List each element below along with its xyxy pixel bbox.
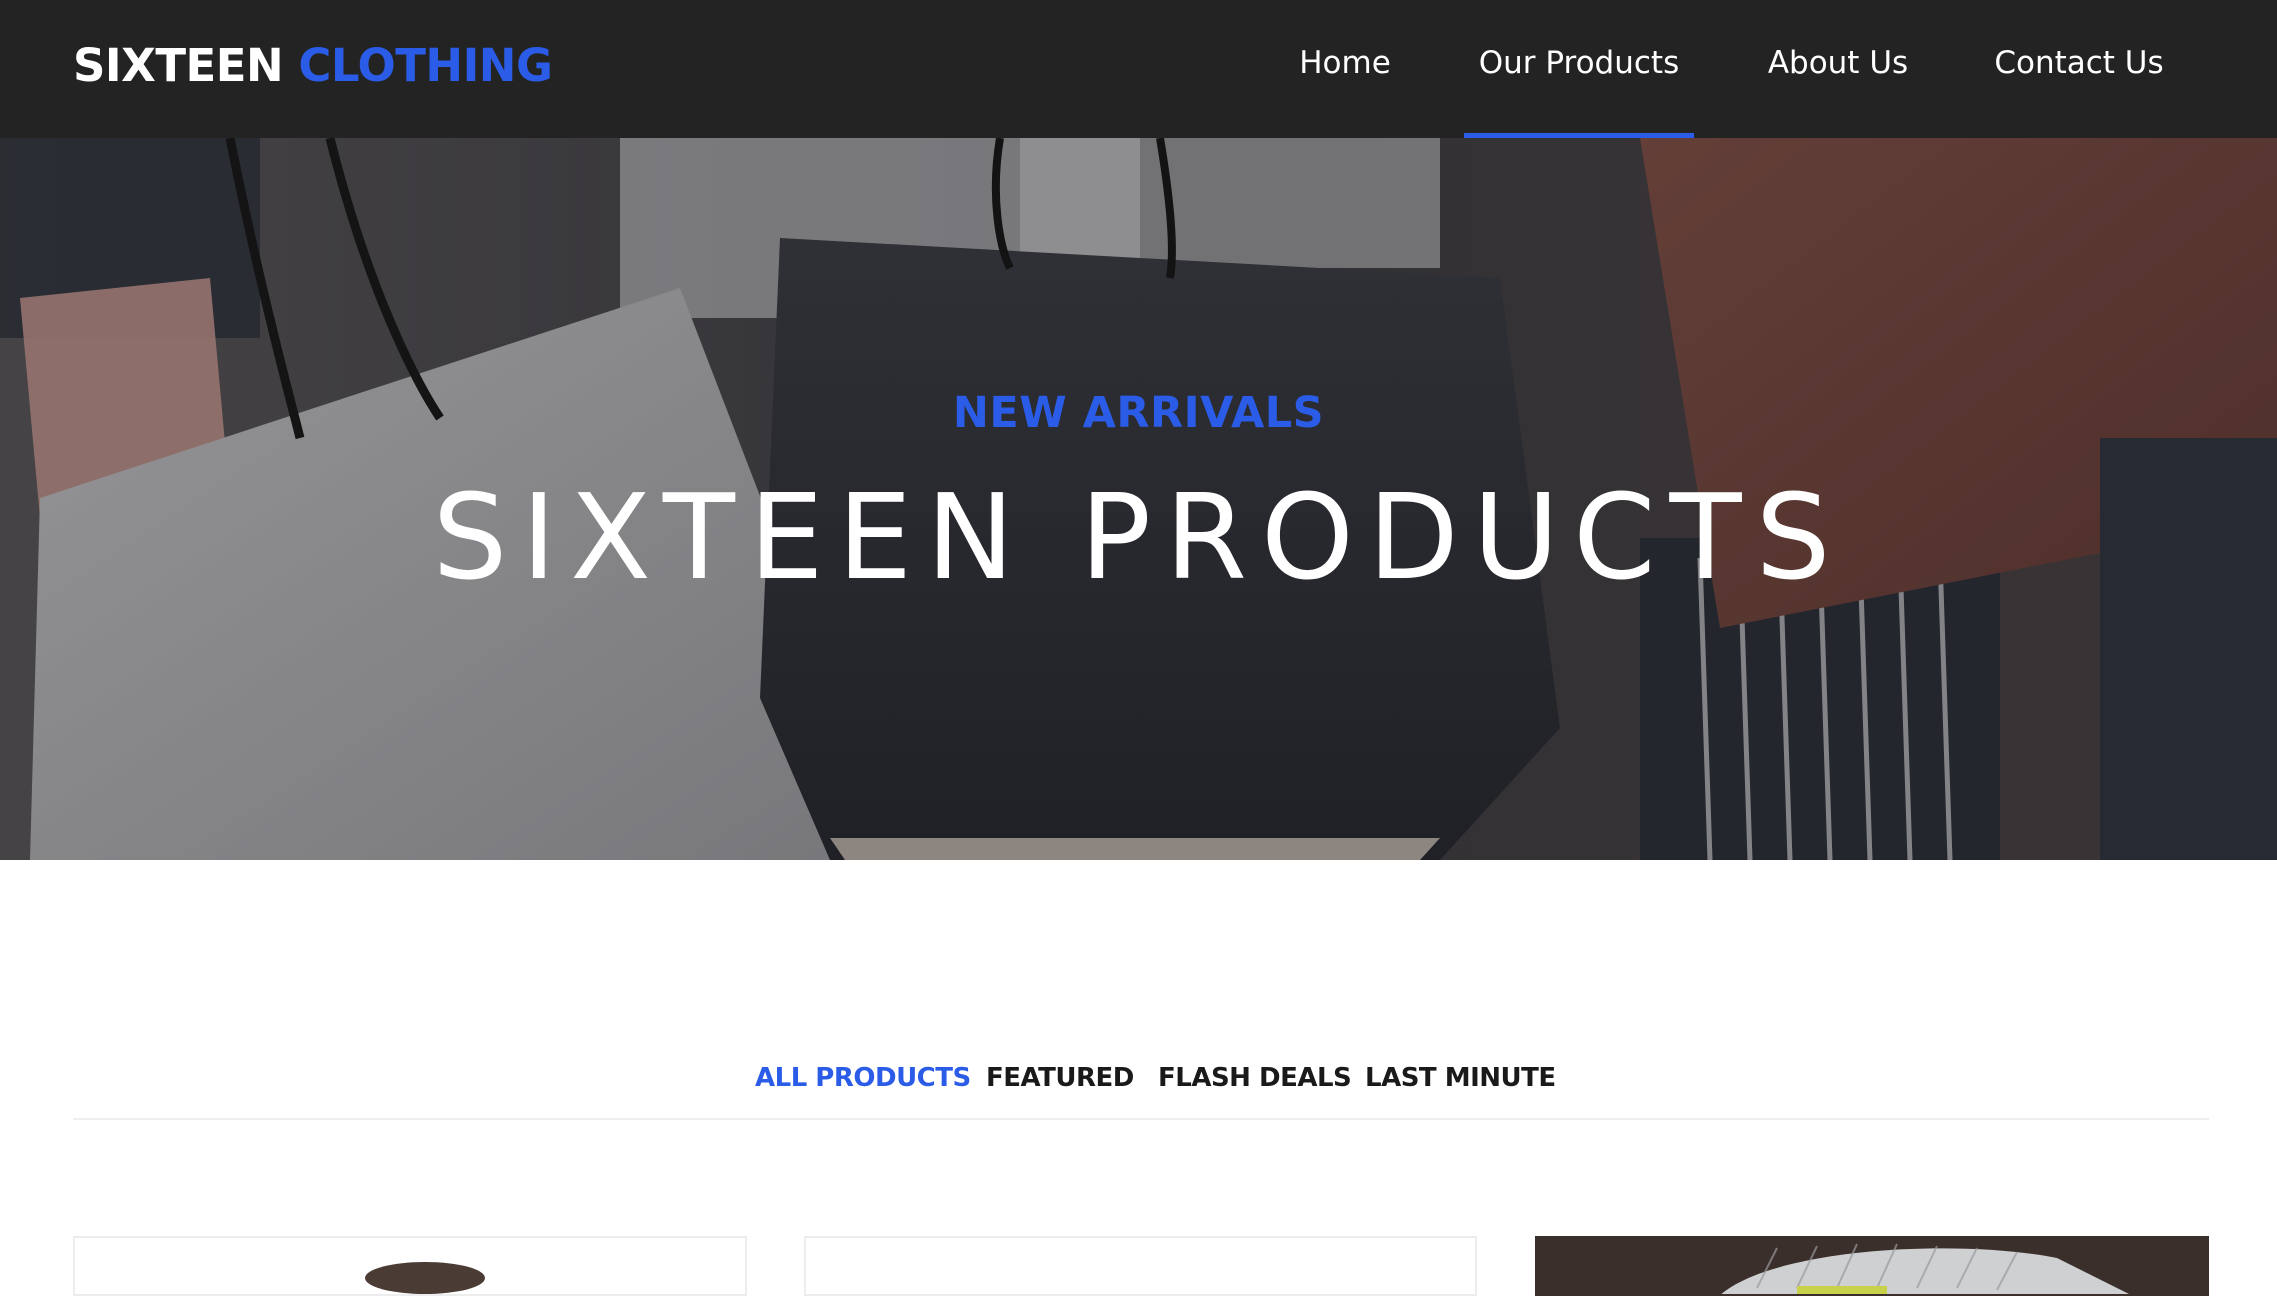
product-filter-tabs: ALL PRODUCTS FEATURED FLASH DEALS LAST M… <box>0 1050 2277 1106</box>
filter-tab-flash-deals[interactable]: FLASH DEALS <box>1158 1050 1352 1106</box>
product-image <box>365 1262 485 1294</box>
filters-divider <box>73 1118 2209 1120</box>
logo-text-accent: CLOTHING <box>298 39 553 92</box>
product-card[interactable] <box>73 1236 747 1296</box>
product-card[interactable] <box>1535 1236 2209 1296</box>
nav-contact-us[interactable]: Contact Us <box>1984 0 2174 138</box>
hero-kicker: NEW ARRIVALS <box>952 388 1325 438</box>
filter-tab-all-products[interactable]: ALL PRODUCTS <box>755 1050 971 1106</box>
nav-our-products[interactable]: Our Products <box>1464 0 1694 138</box>
nav-home[interactable]: Home <box>1292 0 1398 138</box>
filter-tab-featured[interactable]: FEATURED <box>986 1050 1134 1106</box>
hero-banner: NEW ARRIVALS SIXTEEN PRODUCTS <box>0 138 2277 860</box>
filter-tab-last-minute[interactable]: LAST MINUTE <box>1365 1050 1556 1106</box>
product-image <box>1537 1238 2207 1294</box>
product-card[interactable] <box>804 1236 1477 1296</box>
site-logo[interactable]: SIXTEEN CLOTHING <box>73 36 553 96</box>
product-image <box>806 1238 1477 1296</box>
nav-about-us[interactable]: About Us <box>1758 0 1918 138</box>
hero-title: SIXTEEN PRODUCTS <box>432 468 1845 606</box>
logo-text-main: SIXTEEN <box>73 39 284 92</box>
site-header: SIXTEEN CLOTHING Home Our Products About… <box>0 0 2277 138</box>
